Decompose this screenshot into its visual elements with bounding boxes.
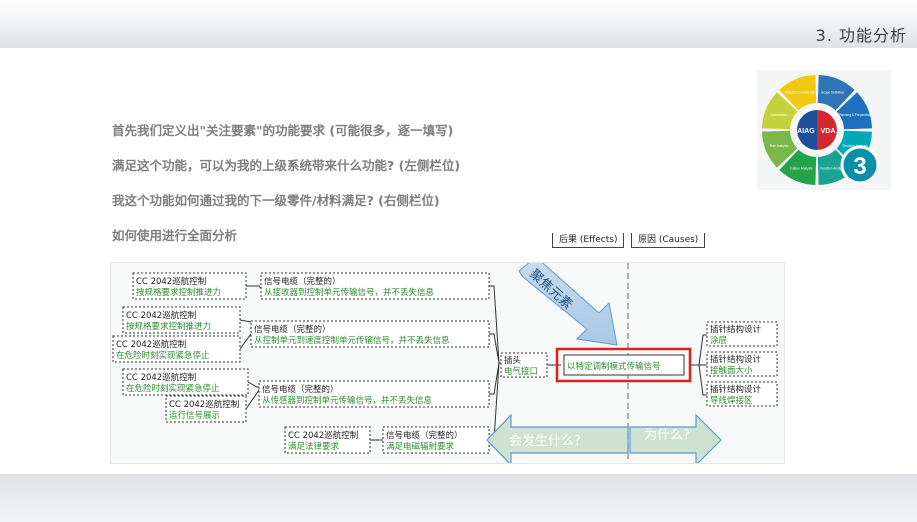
left-item-desc: 运行信号展示 [169, 410, 220, 421]
mid-item-2: 信号电缆（完整的） 从控制单元到速度控制单元传输信号，并不丢失信息 [250, 320, 490, 348]
question-3: 我这个功能如何通过我的下一级零件/材料满足? (右侧栏位) [112, 193, 440, 208]
left-item-title: CC 2042巡航控制 [126, 372, 196, 383]
left-item-3: CC 2042巡航控制 在危险时刻实现紧急停止 [112, 335, 241, 363]
logo-segment-label: Scope Definition [821, 91, 844, 95]
mid-item-desc: 从传感器到控制单元传输信号，并不丢失信息 [262, 395, 433, 406]
mid-item-3: 信号电缆（完整的） 从传感器到控制单元传输信号，并不丢失信息 [258, 380, 490, 408]
logo-step-number: 3 [853, 153, 866, 180]
question-4: 如何使用进行全面分析 [112, 228, 238, 243]
mid-item-desc: 从控制单元到速度控制单元传输信号，并不丢失信息 [254, 335, 450, 346]
mid-item-desc: 从接收器到控制单元传输信号，并不丢失信息 [264, 287, 435, 298]
logo-segment-label: Planning & Preparation [838, 113, 871, 117]
mid-item-desc: 满足电磁辐射要求 [386, 441, 455, 452]
right-item-title: 插针结构设计 [710, 384, 762, 395]
function-net-diagram: CC 2042巡航控制 按规格要求控制推进力 CC 2042巡航控制 按规格要求… [110, 262, 785, 464]
logo-segment-label: Failure Analysis [790, 166, 813, 170]
focus-title: 插头 [504, 355, 522, 366]
question-2: 满足这个功能，可以为我的上级系统带来什么功能? (左侧栏位) [112, 158, 461, 173]
left-item-2: CC 2042巡航控制 按规格要求控制推进力 [122, 306, 241, 334]
focus-arrow: 聚焦元素 [518, 263, 618, 346]
why-arrow: 为什么? [629, 413, 722, 463]
logo-segment-label: Results Documentation [785, 91, 818, 95]
mid-item-title: 信号电缆（完整的） [264, 276, 341, 287]
logo-aiag: AIAG [797, 128, 815, 135]
focus-desc: 电气接口 [504, 366, 538, 377]
left-item-desc: 按规格要求控制推进力 [126, 321, 211, 332]
left-item-desc: 在危险时刻实现紧急停止 [126, 383, 220, 394]
left-item-1: CC 2042巡航控制 按规格要求控制推进力 [132, 272, 247, 300]
focus-element: 插头 电气接口 [500, 352, 548, 378]
section-title: 3. 功能分析 [815, 26, 907, 45]
what-happens-label: 会发生什么? [509, 433, 581, 449]
left-item-desc: 满足法律要求 [288, 441, 340, 452]
left-item-title: CC 2042巡航控制 [288, 430, 358, 441]
right-item-title: 插针结构设计 [710, 324, 762, 335]
logo-segment-label: Optimization [770, 113, 788, 117]
left-item-4: CC 2042巡航控制 在危险时刻实现紧急停止 [122, 368, 249, 396]
left-item-6: CC 2042巡航控制 满足法律要求 [284, 426, 371, 454]
bottom-band [0, 474, 917, 522]
right-item-desc: 接触面大小 [710, 365, 753, 376]
question-1: 首先我们定义出"关注要素"的功能要求 (可能很多，逐一填写) [112, 123, 454, 138]
left-item-title: CC 2042巡航控制 [169, 399, 239, 410]
left-item-desc: 按规格要求控制推进力 [136, 287, 221, 298]
right-item-title: 插针结构设计 [710, 354, 762, 365]
left-item-title: CC 2042巡航控制 [116, 339, 186, 350]
left-item-title: CC 2042巡航控制 [126, 310, 196, 321]
right-item-desc: 涂层 [710, 335, 727, 346]
mid-item-4: 信号电缆（完整的） 满足电磁辐射要求 [382, 426, 490, 454]
focus-function-text: 以特定调制模式传输信号 [567, 361, 661, 372]
right-item-3: 插针结构设计 导线焊接区 [706, 381, 778, 407]
mid-item-title: 信号电缆（完整的） [254, 324, 331, 335]
mid-item-1: 信号电缆（完整的） 从接收器到控制单元传输信号，并不丢失信息 [260, 272, 490, 300]
right-item-desc: 导线焊接区 [710, 395, 753, 406]
right-item-1: 插针结构设计 涂层 [706, 321, 778, 347]
effects-header: 后果 (Effects) [552, 233, 625, 248]
logo-vda: VDA [821, 128, 836, 135]
why-label: 为什么? [644, 428, 690, 443]
mid-item-title: 信号电缆（完整的） [386, 430, 463, 441]
left-item-desc: 在危险时刻实现紧急停止 [116, 350, 210, 361]
logo-segment-label: Risk Analysis [770, 144, 789, 148]
top-band [0, 0, 917, 48]
what-happens-arrow: 会发生什么? [486, 413, 629, 463]
left-item-5: CC 2042巡航控制 运行信号展示 [165, 395, 247, 423]
right-item-2: 插针结构设计 接触面大小 [706, 351, 778, 377]
focus-function: 以特定调制模式传输信号 [555, 347, 692, 383]
left-item-title: CC 2042巡航控制 [136, 276, 206, 287]
mid-item-title: 信号电缆（完整的） [262, 384, 339, 395]
aiag-vda-logo: Scope DefinitionPlanning & PreparationSt… [757, 70, 891, 190]
causes-header: 原因 (Causes) [631, 233, 706, 248]
